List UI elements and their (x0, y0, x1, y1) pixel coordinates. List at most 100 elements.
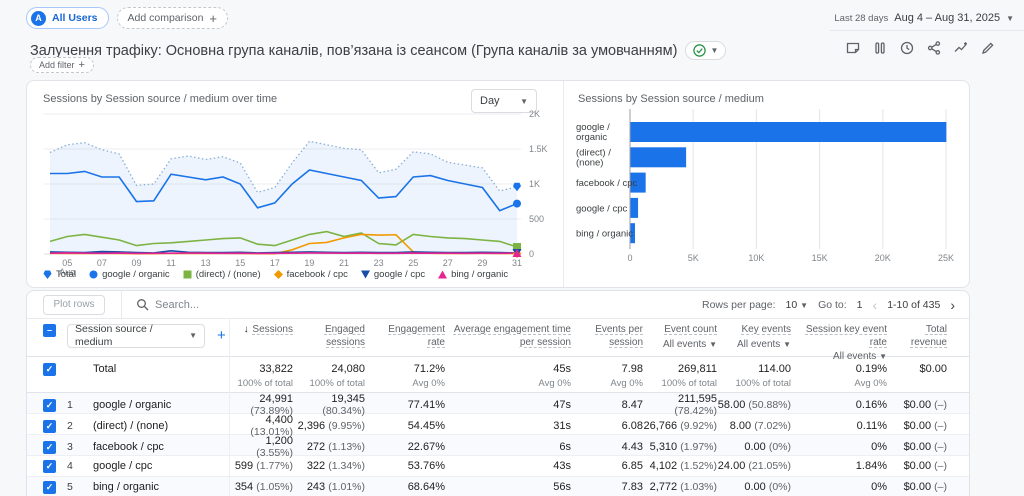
column-header-8[interactable]: Session key eventrateAll events ▼ (791, 324, 887, 364)
search-input[interactable] (155, 299, 305, 311)
column-header-4[interactable]: Average engagement timeper session (445, 324, 571, 349)
svg-text:17: 17 (270, 258, 280, 268)
row-cell: 4.43 (571, 441, 643, 453)
column-header-9[interactable]: Totalrevenue (887, 324, 947, 349)
total-cell: 33,822100% of total (229, 363, 293, 389)
dimension-select[interactable]: Session source / medium▼ (67, 324, 205, 348)
events-filter[interactable]: All events ▼ (717, 339, 791, 352)
line-chart: 05001K1.5K2K05Aug07091113151719212325272… (39, 107, 561, 275)
add-filter-chip[interactable]: Add filter + (30, 57, 94, 73)
next-page-button[interactable]: › (950, 298, 955, 312)
row-cell: 1,200 (3.55%) (229, 435, 293, 459)
bar (631, 122, 947, 142)
svg-text:25: 25 (408, 258, 418, 268)
total-cell: 71.2%Avg 0% (365, 363, 445, 389)
chevron-down-icon: ▼ (1006, 14, 1014, 23)
select-all-checkbox[interactable]: – (43, 324, 56, 337)
row-cell: 599 (1.77%) (229, 460, 293, 472)
row-cell: 58.00 (50.88%) (717, 399, 791, 411)
data-table: –Session source / medium▼+↓ SessionsEnga… (27, 319, 969, 496)
add-filter-label: Add filter (39, 60, 75, 70)
row-cell: 8.00 (7.02%) (717, 420, 791, 432)
row-dimension: facebook / cpc (93, 441, 229, 453)
bar (631, 147, 687, 167)
table-row[interactable]: ✓5bing / organic354 (1.05%)243 (1.01%)68… (27, 477, 969, 496)
pagination: Rows per page: 10 ▼ Go to: 1 ‹ 1-10 of 4… (702, 298, 955, 312)
row-checkbox[interactable]: ✓ (43, 363, 56, 376)
add-comparison-chip[interactable]: Add comparison + (117, 7, 228, 29)
row-checkbox[interactable]: ✓ (43, 420, 56, 433)
legend-item[interactable]: facebook / cpc (274, 269, 348, 280)
table-row[interactable]: ✓3facebook / cpc1,200 (3.55%)272 (1.13%)… (27, 435, 969, 456)
edit-icon[interactable] (978, 38, 998, 58)
bar-chart-pane: Sessions by Session source / medium 05K1… (564, 81, 969, 287)
clock-icon[interactable] (897, 38, 917, 58)
events-filter[interactable]: All events ▼ (643, 339, 717, 352)
sort-descending-icon[interactable]: ↓ (244, 324, 249, 337)
total-cell: 0.19%Avg 0% (791, 363, 887, 389)
page-title: Залучення трафіку: Основна група каналів… (30, 43, 677, 59)
prev-page-button[interactable]: ‹ (873, 298, 878, 312)
column-header-5[interactable]: Events persession (571, 324, 643, 349)
rows-per-page-select[interactable]: 10 ▼ (786, 299, 809, 311)
row-index: 4 (67, 460, 93, 472)
svg-text:29: 29 (477, 258, 487, 268)
row-checkbox[interactable]: ✓ (43, 399, 56, 412)
column-header-7[interactable]: Key eventsAll events ▼ (717, 324, 791, 351)
plot-rows-button[interactable]: Plot rows (43, 295, 105, 315)
svg-text:19: 19 (304, 258, 314, 268)
legend-item[interactable]: Total (43, 269, 76, 280)
legend-item[interactable]: google / cpc (361, 269, 425, 280)
all-users-chip[interactable]: A All Users (26, 7, 109, 29)
row-cell: 6.85 (571, 460, 643, 472)
chart-legend: Total google / organic (direct) / (none) fa… (43, 269, 508, 280)
table-row[interactable]: ✓1google / organic24,991 (73.89%)19,345 … (27, 393, 969, 414)
date-range-picker[interactable]: Last 28 days Aug 4 – Aug 31, 2025 ▼ (834, 12, 1014, 24)
chevron-down-icon: ▼ (520, 97, 528, 106)
dimension-header: Session source / medium▼ + (67, 324, 229, 348)
row-index: 2 (67, 420, 93, 432)
row-index: 5 (67, 481, 93, 493)
row-index: 1 (67, 399, 93, 411)
row-cell: 7.83 (571, 481, 643, 493)
insights-icon[interactable] (951, 38, 971, 58)
interval-value: Day (480, 95, 500, 107)
column-header-1[interactable]: ↓ Sessions (229, 324, 293, 337)
svg-text:0: 0 (529, 249, 534, 259)
data-quality-badge[interactable]: ▼ (685, 41, 726, 60)
svg-text:15: 15 (235, 258, 245, 268)
add-dimension-button[interactable]: + (217, 327, 226, 346)
events-filter[interactable]: All events ▼ (791, 351, 887, 364)
table-row[interactable]: ✓4google / cpc599 (1.77%)322 (1.34%)53.7… (27, 456, 969, 477)
row-checkbox[interactable]: ✓ (43, 441, 56, 454)
svg-text:10K: 10K (748, 253, 764, 263)
pagination-range: 1-10 of 435 (887, 299, 940, 311)
search-box (136, 298, 305, 311)
row-checkbox[interactable]: ✓ (43, 481, 56, 494)
svg-text:20K: 20K (875, 253, 891, 263)
row-cell: $0.00 (–) (887, 420, 947, 432)
table-row[interactable]: ✓2(direct) / (none)4,400 (13.01%)2,396 (… (27, 414, 969, 435)
row-cell: $0.00 (–) (887, 399, 947, 411)
total-cell: 269,811100% of total (643, 363, 717, 389)
row-checkbox[interactable]: ✓ (43, 460, 56, 473)
table-controls: Plot rows Rows per page: 10 ▼ Go to: 1 ‹… (27, 291, 969, 319)
charts-card: Sessions by Session source / medium over… (26, 80, 970, 288)
share-icon[interactable] (924, 38, 944, 58)
legend-item[interactable]: google / organic (89, 269, 170, 280)
column-header-6[interactable]: Event countAll events ▼ (643, 324, 717, 351)
legend-item[interactable]: (direct) / (none) (183, 269, 261, 280)
row-cell: 53.76% (365, 460, 445, 472)
go-to-page-input[interactable]: 1 (857, 299, 863, 311)
row-cell: $0.00 (–) (887, 481, 947, 493)
title-row: Залучення трафіку: Основна група каналів… (30, 41, 726, 60)
sticky-note-icon[interactable] (843, 38, 863, 58)
column-header-2[interactable]: Engagedsessions (293, 324, 365, 349)
svg-text:13: 13 (201, 258, 211, 268)
legend-item[interactable]: bing / organic (438, 269, 508, 280)
bar-chart: 05K10K15K20K25Kgoogle /organic(direct) /… (568, 107, 970, 269)
column-header-3[interactable]: Engagementrate (365, 324, 445, 349)
row-cell: 2,772 (1.03%) (643, 481, 717, 493)
row-cell: 211,595 (78.42%) (643, 393, 717, 417)
bar-columns-icon[interactable] (870, 38, 890, 58)
